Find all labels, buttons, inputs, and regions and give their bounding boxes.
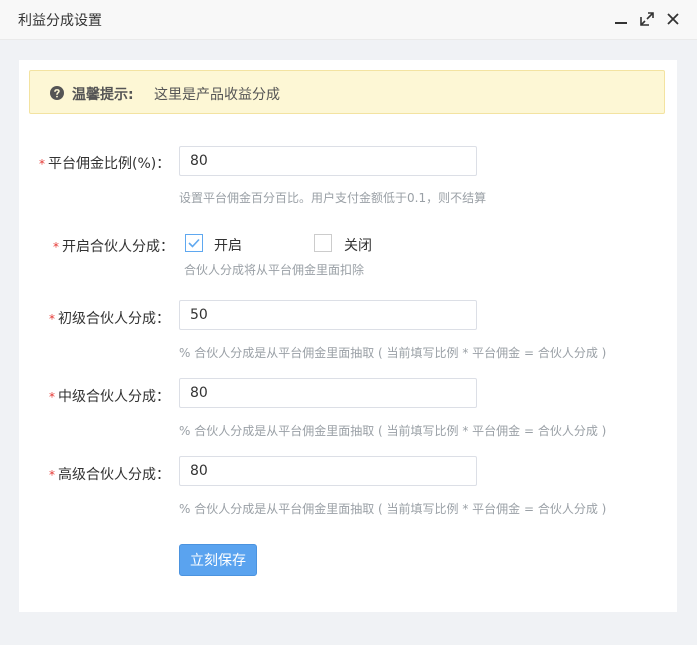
junior-partner-input[interactable] — [179, 300, 477, 330]
required-mark: * — [39, 157, 45, 171]
middle-partner-label: * 中级合伙人分成： — [49, 386, 170, 406]
minimize-icon[interactable] — [613, 11, 629, 27]
platform-commission-hint: 设置平台佣金百分百比。用户支付金额低于0.1，则不结算 — [179, 191, 487, 205]
required-mark: * — [49, 390, 55, 404]
platform-commission-label: * 平台佣金比例(%)： — [39, 153, 170, 173]
required-mark: * — [49, 312, 55, 326]
junior-partner-hint: % 合伙人分成是从平台佣金里面抽取 ( 当前填写比例 * 平台佣金 = 合伙人分… — [179, 346, 607, 360]
middle-partner-label-text: 中级合伙人分成： — [58, 389, 170, 405]
question-circle-icon — [50, 85, 64, 100]
middle-partner-hint: % 合伙人分成是从平台佣金里面抽取 ( 当前填写比例 * 平台佣金 = 合伙人分… — [179, 424, 607, 438]
enable-checkbox[interactable] — [185, 234, 203, 252]
senior-partner-label-text: 高级合伙人分成： — [58, 467, 170, 483]
junior-partner-label: * 初级合伙人分成： — [49, 308, 170, 328]
platform-commission-label-text: 平台佣金比例(%)： — [48, 156, 171, 172]
close-icon[interactable] — [665, 11, 681, 27]
middle-partner-input[interactable] — [179, 378, 477, 408]
partner-toggle-label-text: 开启合伙人分成： — [62, 239, 174, 255]
senior-partner-hint: % 合伙人分成是从平台佣金里面抽取 ( 当前填写比例 * 平台佣金 = 合伙人分… — [179, 502, 607, 516]
tip-text: 这里是产品收益分成 — [154, 87, 280, 103]
senior-partner-label: * 高级合伙人分成： — [49, 464, 170, 484]
platform-commission-input[interactable] — [179, 146, 477, 176]
window-titlebar: 利益分成设置 — [0, 0, 697, 40]
window-title: 利益分成设置 — [18, 13, 102, 29]
required-mark: * — [49, 468, 55, 482]
settings-panel: 温馨提示: 这里是产品收益分成 *平台佣金比例(%)： 设置平台佣金百分百比。用… — [19, 60, 677, 612]
enable-label[interactable]: 开启 — [214, 235, 242, 255]
maximize-icon[interactable] — [639, 11, 655, 27]
junior-partner-label-text: 初级合伙人分成： — [58, 311, 170, 327]
save-button[interactable]: 立刻保存 — [179, 544, 257, 576]
senior-partner-input[interactable] — [179, 456, 477, 486]
partner-toggle-label: * 开启合伙人分成： — [53, 236, 174, 256]
required-mark: * — [53, 240, 59, 254]
disable-checkbox[interactable] — [314, 234, 332, 252]
tip-title: 温馨提示: — [72, 87, 134, 103]
tip-banner: 温馨提示: 这里是产品收益分成 — [29, 70, 665, 114]
disable-label[interactable]: 关闭 — [344, 235, 372, 255]
check-icon — [188, 238, 200, 248]
partner-toggle-hint: 合伙人分成将从平台佣金里面扣除 — [184, 263, 365, 277]
